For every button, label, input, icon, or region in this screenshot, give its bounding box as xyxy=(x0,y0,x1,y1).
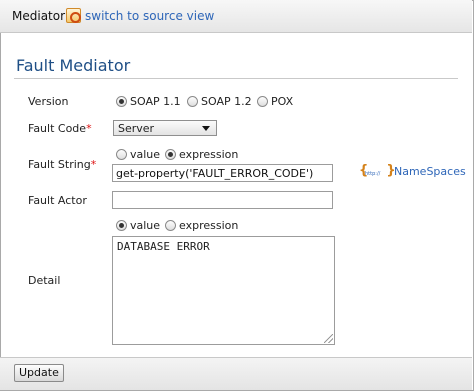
radio-detail-expression-label: expression xyxy=(179,219,239,232)
mediator-header: Mediator switch to source view xyxy=(0,0,472,33)
version-option-soap11[interactable]: SOAP 1.1 xyxy=(116,95,181,108)
version-option-soap12[interactable]: SOAP 1.2 xyxy=(187,95,252,108)
radio-detail-value-label: value xyxy=(130,219,161,232)
radio-fault-string-value-label: value xyxy=(130,148,161,161)
version-label: Version xyxy=(28,95,69,108)
version-option-pox[interactable]: POX xyxy=(257,95,293,108)
fault-code-label-text: Fault Code xyxy=(28,122,87,135)
radio-detail-value[interactable] xyxy=(116,220,127,231)
page-title: Fault Mediator xyxy=(16,56,131,75)
fault-actor-input[interactable] xyxy=(112,191,333,209)
required-mark: * xyxy=(90,158,97,171)
radio-fault-string-expression-label: expression xyxy=(179,148,239,161)
detail-option-expression[interactable]: expression xyxy=(165,219,238,232)
detail-label: Detail xyxy=(28,274,61,287)
radio-soap11[interactable] xyxy=(116,96,127,107)
radio-pox[interactable] xyxy=(257,96,268,107)
fault-code-label: Fault Code* xyxy=(28,122,92,135)
radio-soap12[interactable] xyxy=(187,96,198,107)
panel-title: Mediator xyxy=(12,9,66,23)
switch-to-source-link[interactable]: switch to source view xyxy=(85,9,214,23)
namespaces-link[interactable]: NameSpaces xyxy=(394,165,466,178)
heading-divider xyxy=(14,78,458,79)
fault-string-input[interactable]: get-property('FAULT_ERROR_CODE') xyxy=(112,164,333,182)
fault-string-option-expression[interactable]: expression xyxy=(165,148,238,161)
update-button[interactable]: Update xyxy=(14,364,64,382)
detail-option-value[interactable]: value xyxy=(116,219,160,232)
radio-detail-expression[interactable] xyxy=(165,220,176,231)
namespace-icon-text: http:// xyxy=(365,171,381,177)
radio-pox-label: POX xyxy=(271,95,294,108)
fault-string-label: Fault String* xyxy=(28,158,96,171)
fault-code-selected: Server xyxy=(118,122,155,135)
radio-soap11-label: SOAP 1.1 xyxy=(130,95,181,108)
namespace-icon[interactable]: { } http:// xyxy=(359,164,396,178)
resize-handle[interactable] xyxy=(324,334,333,343)
fault-actor-label: Fault Actor xyxy=(28,194,87,207)
radio-fault-string-expression[interactable] xyxy=(165,149,176,160)
fault-code-select[interactable]: Server xyxy=(113,120,217,136)
detail-text: DATABASE ERROR xyxy=(117,240,210,253)
required-mark: * xyxy=(86,122,92,135)
fault-string-label-text: Fault String xyxy=(28,158,91,171)
fault-string-option-value[interactable]: value xyxy=(116,148,160,161)
dropdown-arrow-icon xyxy=(202,126,210,131)
radio-soap12-label: SOAP 1.2 xyxy=(201,95,252,108)
radio-fault-string-value[interactable] xyxy=(116,149,127,160)
detail-textarea[interactable]: DATABASE ERROR xyxy=(112,236,335,345)
source-view-icon[interactable] xyxy=(66,8,81,23)
button-bar xyxy=(0,357,472,390)
